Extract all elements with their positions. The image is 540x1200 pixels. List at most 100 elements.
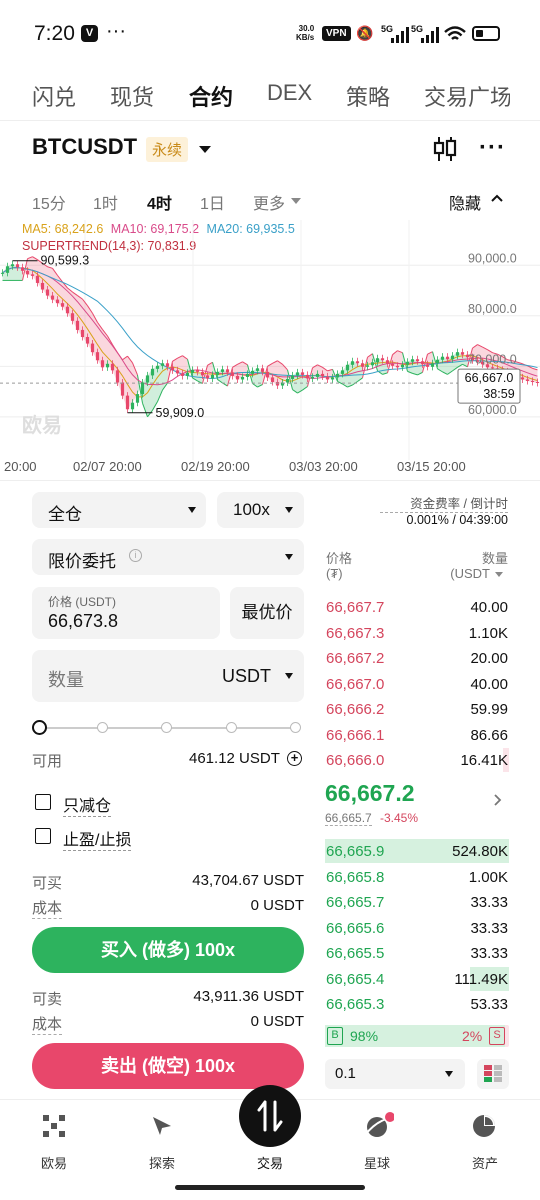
can-buy-label: 可买 bbox=[32, 875, 63, 892]
chevron-up-icon[interactable] bbox=[490, 193, 504, 203]
candle-body bbox=[345, 364, 350, 371]
bid-row[interactable]: 66,665.7 33.33 bbox=[325, 890, 509, 914]
margin-mode-select[interactable]: 全仓 bbox=[32, 492, 206, 528]
quantity-unit[interactable]: USDT bbox=[222, 666, 271, 687]
nav-assets[interactable]: 资产 bbox=[455, 1153, 515, 1172]
mark-price[interactable]: 66,665.7 bbox=[325, 811, 372, 826]
depth-layout-button[interactable] bbox=[477, 1059, 509, 1089]
add-funds-icon[interactable]: + bbox=[287, 751, 302, 766]
bid-price: 66,665.7 bbox=[326, 894, 385, 911]
candle-body bbox=[130, 402, 135, 410]
interval-15m[interactable]: 15分 bbox=[32, 190, 66, 214]
candle-body bbox=[110, 363, 115, 371]
ask-price: 66,667.0 bbox=[326, 675, 385, 693]
price-input[interactable]: 价格 (USDT) 66,673.8 bbox=[32, 587, 220, 639]
tab-dex[interactable]: DEX bbox=[267, 80, 312, 106]
nav-planet[interactable]: 星球 bbox=[347, 1153, 407, 1172]
interval-4h[interactable]: 4时 bbox=[147, 190, 172, 214]
ask-row[interactable]: 66,667.7 40.00 bbox=[325, 595, 509, 619]
caret-down-icon bbox=[188, 507, 196, 513]
quantity-placeholder: 数量 bbox=[48, 670, 84, 690]
interval-1d[interactable]: 1日 bbox=[200, 190, 225, 214]
cost-sell-label: 成本 bbox=[32, 1013, 63, 1035]
leverage-select[interactable]: 100x bbox=[217, 492, 304, 528]
candle-body bbox=[65, 306, 70, 314]
compass-icon[interactable] bbox=[150, 1114, 174, 1138]
price-chart[interactable]: 欧易 90,000.0 80,000.0 70,000.0 60,000.0 90,599… bbox=[0, 220, 540, 476]
interval-more[interactable]: 更多 bbox=[253, 190, 285, 214]
candle-body bbox=[275, 381, 280, 386]
candle-body bbox=[305, 374, 310, 379]
best-price-button[interactable]: 最优价 bbox=[230, 587, 304, 639]
bid-row[interactable]: 66,665.8 1.00K bbox=[325, 865, 509, 889]
slider-step[interactable] bbox=[161, 722, 172, 733]
slider-step[interactable] bbox=[226, 722, 237, 733]
order-type-select[interactable]: 限价委托 i bbox=[32, 539, 304, 575]
funding-rate-label[interactable]: 资金费率 / 倒计时 bbox=[380, 493, 508, 513]
y-tick: 80,000.0 bbox=[468, 302, 517, 316]
price-change: -3.45% bbox=[380, 811, 419, 825]
symbol-title[interactable]: BTCUSDT bbox=[32, 134, 137, 160]
quantity-input[interactable]: 数量 USDT bbox=[32, 650, 304, 702]
slider-handle[interactable] bbox=[32, 720, 47, 735]
interval-1h[interactable]: 1时 bbox=[93, 190, 118, 214]
tab-strategy[interactable]: 策略 bbox=[346, 80, 390, 112]
bid-row[interactable]: 66,665.9 524.80K bbox=[325, 839, 509, 863]
bid-row[interactable]: 66,665.5 33.33 bbox=[325, 941, 509, 965]
bid-row[interactable]: 66,665.4 111.49K bbox=[325, 966, 509, 991]
tp-sl-checkbox[interactable] bbox=[35, 828, 51, 844]
ask-row[interactable]: 66,667.3 1.10K bbox=[325, 621, 509, 645]
chevron-right-icon[interactable] bbox=[493, 793, 503, 807]
bid-price: 66,665.6 bbox=[326, 919, 385, 937]
more-options-icon[interactable]: ··· bbox=[479, 134, 506, 162]
reduce-only-label[interactable]: 只减仓 bbox=[63, 792, 112, 817]
candle-countdown: 38:59 bbox=[483, 387, 514, 401]
ask-row[interactable]: 66,666.0 16.41K bbox=[325, 748, 509, 772]
info-icon[interactable]: i bbox=[129, 549, 142, 562]
ob-qty-unit[interactable]: (USDT bbox=[440, 566, 490, 581]
symbol-dropdown-icon[interactable] bbox=[199, 146, 211, 153]
candle-body bbox=[260, 368, 265, 372]
precision-select[interactable]: 0.1 bbox=[325, 1059, 465, 1089]
hide-chart-button[interactable]: 隐藏 bbox=[449, 190, 481, 214]
bid-price: 66,665.3 bbox=[326, 996, 385, 1013]
ask-row[interactable]: 66,667.0 40.00 bbox=[325, 672, 509, 696]
tab-trading-square[interactable]: 交易广场 bbox=[424, 80, 510, 112]
tab-flash-swap[interactable]: 闪兑 bbox=[32, 80, 76, 112]
slider-step[interactable] bbox=[290, 722, 301, 733]
candle-body bbox=[105, 363, 110, 368]
assets-pie-icon[interactable] bbox=[472, 1114, 496, 1138]
bid-row[interactable]: 66,665.6 33.33 bbox=[325, 916, 509, 940]
sell-short-button[interactable]: 卖出 (做空) 100x bbox=[32, 1043, 304, 1089]
trade-button[interactable] bbox=[239, 1085, 301, 1147]
ask-row[interactable]: 66,666.1 86.66 bbox=[325, 723, 509, 747]
bid-row[interactable]: 66,665.3 53.33 bbox=[325, 992, 509, 1016]
candle-body bbox=[220, 369, 225, 372]
reduce-only-checkbox[interactable] bbox=[35, 794, 51, 810]
nav-trade[interactable]: 交易 bbox=[240, 1153, 300, 1172]
candle-body bbox=[425, 364, 430, 367]
nav-explore[interactable]: 探索 bbox=[132, 1153, 192, 1172]
ask-qty: 20.00 bbox=[470, 650, 508, 667]
tab-futures[interactable]: 合约 bbox=[189, 80, 233, 112]
buy-long-button[interactable]: 买入 (做多) 100x bbox=[32, 927, 304, 973]
can-buy-value: 43,704.67 USDT bbox=[192, 872, 304, 889]
okx-logo-icon[interactable] bbox=[43, 1115, 65, 1137]
candlestick-chart-icon[interactable] bbox=[431, 135, 459, 163]
ask-qty: 40.00 bbox=[470, 675, 508, 693]
candle-body bbox=[310, 376, 315, 379]
tp-sl-label[interactable]: 止盈/止损 bbox=[63, 826, 132, 851]
ask-row[interactable]: 66,666.2 59.99 bbox=[325, 697, 509, 721]
candle-body bbox=[530, 380, 535, 382]
slider-step[interactable] bbox=[97, 722, 108, 733]
candle-body bbox=[375, 358, 380, 363]
battery-icon bbox=[472, 26, 500, 41]
planet-icon[interactable] bbox=[364, 1112, 394, 1140]
ask-row[interactable]: 66,667.2 20.00 bbox=[325, 646, 509, 670]
tab-spot[interactable]: 现货 bbox=[110, 80, 154, 112]
candle-body bbox=[215, 371, 220, 375]
candle-body bbox=[430, 363, 435, 367]
candle-body bbox=[70, 313, 75, 321]
nav-okx[interactable]: 欧易 bbox=[24, 1153, 84, 1172]
qty-unit-caret-icon[interactable] bbox=[495, 572, 503, 577]
